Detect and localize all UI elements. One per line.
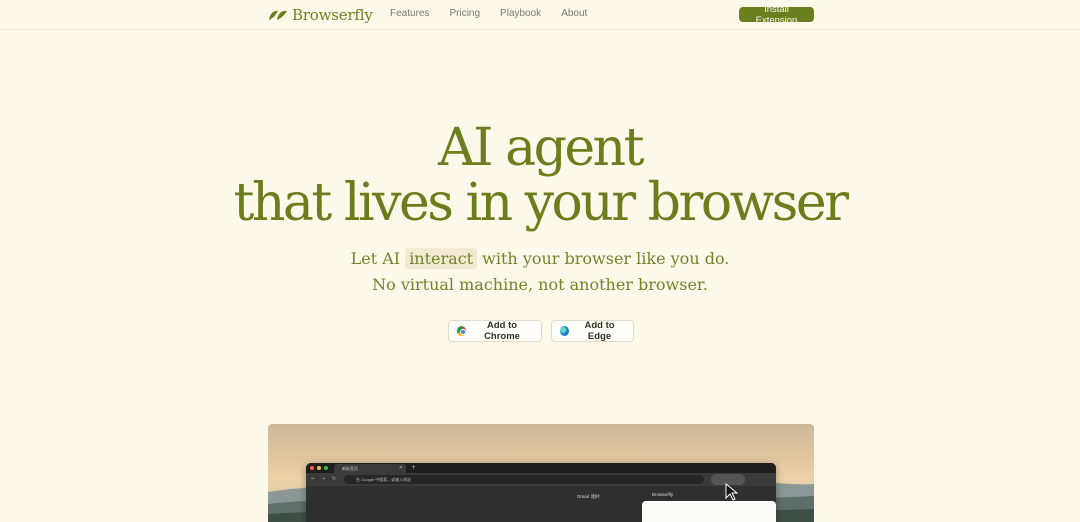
chrome-icon: [457, 326, 467, 336]
top-nav: Browserfly Features Pricing Playbook Abo…: [0, 0, 1080, 30]
nav-playbook[interactable]: Playbook: [500, 8, 541, 19]
subtitle-line1: Let AI interact with your browser like y…: [0, 246, 1080, 272]
tab-title: 新标签页: [342, 466, 358, 471]
install-extension-button[interactable]: Install Extension: [739, 4, 814, 26]
subtitle-post: with your browser like you do.: [477, 249, 730, 268]
address-bar-row: ← → ↻ 在 Google 中搜索，或输入网址: [306, 473, 776, 486]
nav-about[interactable]: About: [561, 8, 587, 19]
nav-features[interactable]: Features: [390, 8, 429, 19]
brand-name: Browserfly: [292, 6, 373, 24]
tab-close-icon: ✕: [398, 465, 403, 471]
gmail-link: Gmail 图片: [577, 494, 601, 499]
add-to-chrome-button[interactable]: Add to Chrome: [448, 320, 542, 342]
tab-bar: 新标签页 ✕ +: [306, 463, 776, 473]
nav-pricing[interactable]: Pricing: [449, 8, 480, 19]
subtitle-highlight: interact: [405, 248, 478, 269]
edge-icon: [560, 326, 570, 336]
hero-subtitle: Let AI interact with your browser like y…: [0, 246, 1080, 298]
reload-icon: ↻: [332, 476, 337, 482]
browser-tab: 新标签页 ✕: [334, 464, 406, 473]
subtitle-line2: No virtual machine, not another browser.: [372, 275, 708, 294]
subtitle-pre: Let AI: [350, 249, 406, 268]
forward-icon: →: [321, 476, 326, 482]
maximize-window-icon: [324, 466, 328, 470]
add-to-edge-label: Add to Edge: [584, 320, 615, 342]
address-field: 在 Google 中搜索，或输入网址: [344, 475, 704, 484]
browserfly-side-panel: [642, 501, 776, 522]
browserfly-panel-header: Browserfly: [652, 492, 674, 497]
add-to-edge-button[interactable]: Add to Edge: [551, 320, 634, 342]
mouse-cursor-icon: [725, 483, 739, 501]
new-tab-page: Gmail 图片 Browserfly: [306, 486, 776, 522]
minimize-window-icon: [317, 466, 321, 470]
cta-row: Add to Chrome Add to Edge: [0, 320, 1080, 342]
add-to-chrome-label: Add to Chrome: [484, 320, 520, 342]
new-tab-icon: +: [411, 464, 417, 471]
butterfly-logo-icon: [269, 10, 287, 20]
hero-title-line2: that lives in your browser: [233, 173, 849, 233]
hero-title: AI agent that lives in your browser: [0, 118, 1080, 232]
brand-logo[interactable]: Browserfly: [268, 4, 373, 26]
close-window-icon: [310, 466, 314, 470]
hero-title-line1: AI agent: [437, 118, 645, 178]
demo-screenshot: 新标签页 ✕ + ← → ↻ 在 Google 中搜索，或输入网址 Gmail …: [268, 424, 814, 522]
main-menu: Features Pricing Playbook About: [390, 8, 607, 19]
back-icon: ←: [311, 476, 316, 482]
browser-window: 新标签页 ✕ + ← → ↻ 在 Google 中搜索，或输入网址 Gmail …: [306, 463, 776, 522]
